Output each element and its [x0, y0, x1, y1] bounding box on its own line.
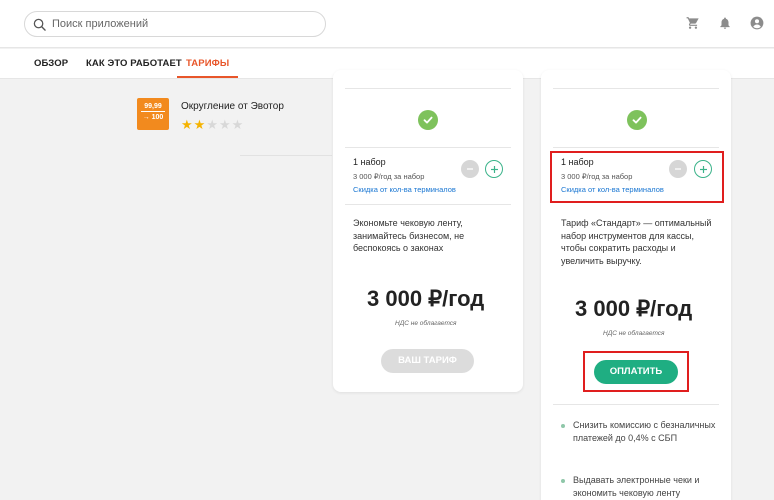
highlight-box — [550, 151, 724, 203]
divider — [345, 147, 511, 148]
search-box[interactable] — [24, 11, 326, 37]
search-icon — [33, 18, 46, 31]
tariff-price: 3 000 ₽/год — [367, 286, 485, 311]
vat-note: НДС не облагается — [603, 330, 665, 337]
tab-overview[interactable]: ОБЗОР — [34, 49, 68, 78]
divider — [553, 88, 719, 89]
tariff-card-current: 1 набор 3 000 ₽/год за набор Скидка от к… — [333, 70, 523, 392]
star-icon: ★ — [193, 117, 207, 132]
bullet — [561, 424, 565, 428]
star-icon: ★ — [231, 117, 245, 132]
rating-stars: ★★★★★ — [181, 117, 244, 133]
app-logo: 99,99 → 100 — [137, 98, 169, 130]
your-tariff-button: ВАШ ТАРИФ — [381, 349, 474, 373]
tab-how-it-works[interactable]: КАК ЭТО РАБОТАЕТ — [86, 49, 182, 78]
tariff-description: Тариф «Стандарт» — оптимальный набор инс… — [561, 218, 712, 266]
cart-icon[interactable] — [684, 14, 702, 32]
set-title: 1 набор — [353, 157, 386, 167]
bell-icon[interactable] — [716, 14, 734, 32]
discount-link[interactable]: Скидка от кол-ва терминалов — [353, 185, 456, 194]
star-icon: ★ — [206, 117, 219, 132]
check-icon — [627, 110, 647, 130]
feature-item: Выдавать электронные чеки и экономить че… — [573, 475, 700, 498]
tab-tariffs[interactable]: ТАРИФЫ — [177, 49, 239, 78]
divider — [240, 155, 332, 156]
search-input[interactable] — [52, 18, 312, 30]
top-bar — [0, 0, 774, 48]
star-icon: ★ — [218, 117, 232, 132]
app-logo-bottom: → 100 — [142, 114, 164, 121]
divider — [345, 88, 511, 89]
minus-icon — [467, 168, 473, 170]
minus-button[interactable] — [461, 160, 479, 178]
check-icon — [418, 110, 438, 130]
tariff-card-standard: 1 набор 3 000 ₽/год за набор Скидка от к… — [541, 70, 731, 500]
set-price: 3 000 ₽/год за набор — [353, 172, 425, 181]
header-icons — [684, 14, 766, 32]
divider — [345, 204, 511, 205]
app-logo-top: 99,99 — [141, 103, 165, 112]
feature-item: Снизить комиссию с безналичных платежей … — [573, 420, 716, 443]
star-icon: ★ — [181, 117, 194, 132]
bullet — [561, 479, 565, 483]
tariff-price: 3 000 ₽/год — [575, 296, 693, 321]
tariff-description: Экономьте чековую ленту, занимайтесь биз… — [353, 218, 465, 253]
divider — [553, 147, 719, 148]
user-icon[interactable] — [748, 14, 766, 32]
divider — [553, 404, 719, 405]
plus-button[interactable] — [485, 160, 503, 178]
app-name: Округление от Эвотор — [181, 101, 284, 112]
highlight-box — [583, 351, 689, 392]
plus-icon — [490, 165, 498, 173]
vat-note: НДС не облагается — [395, 320, 457, 327]
